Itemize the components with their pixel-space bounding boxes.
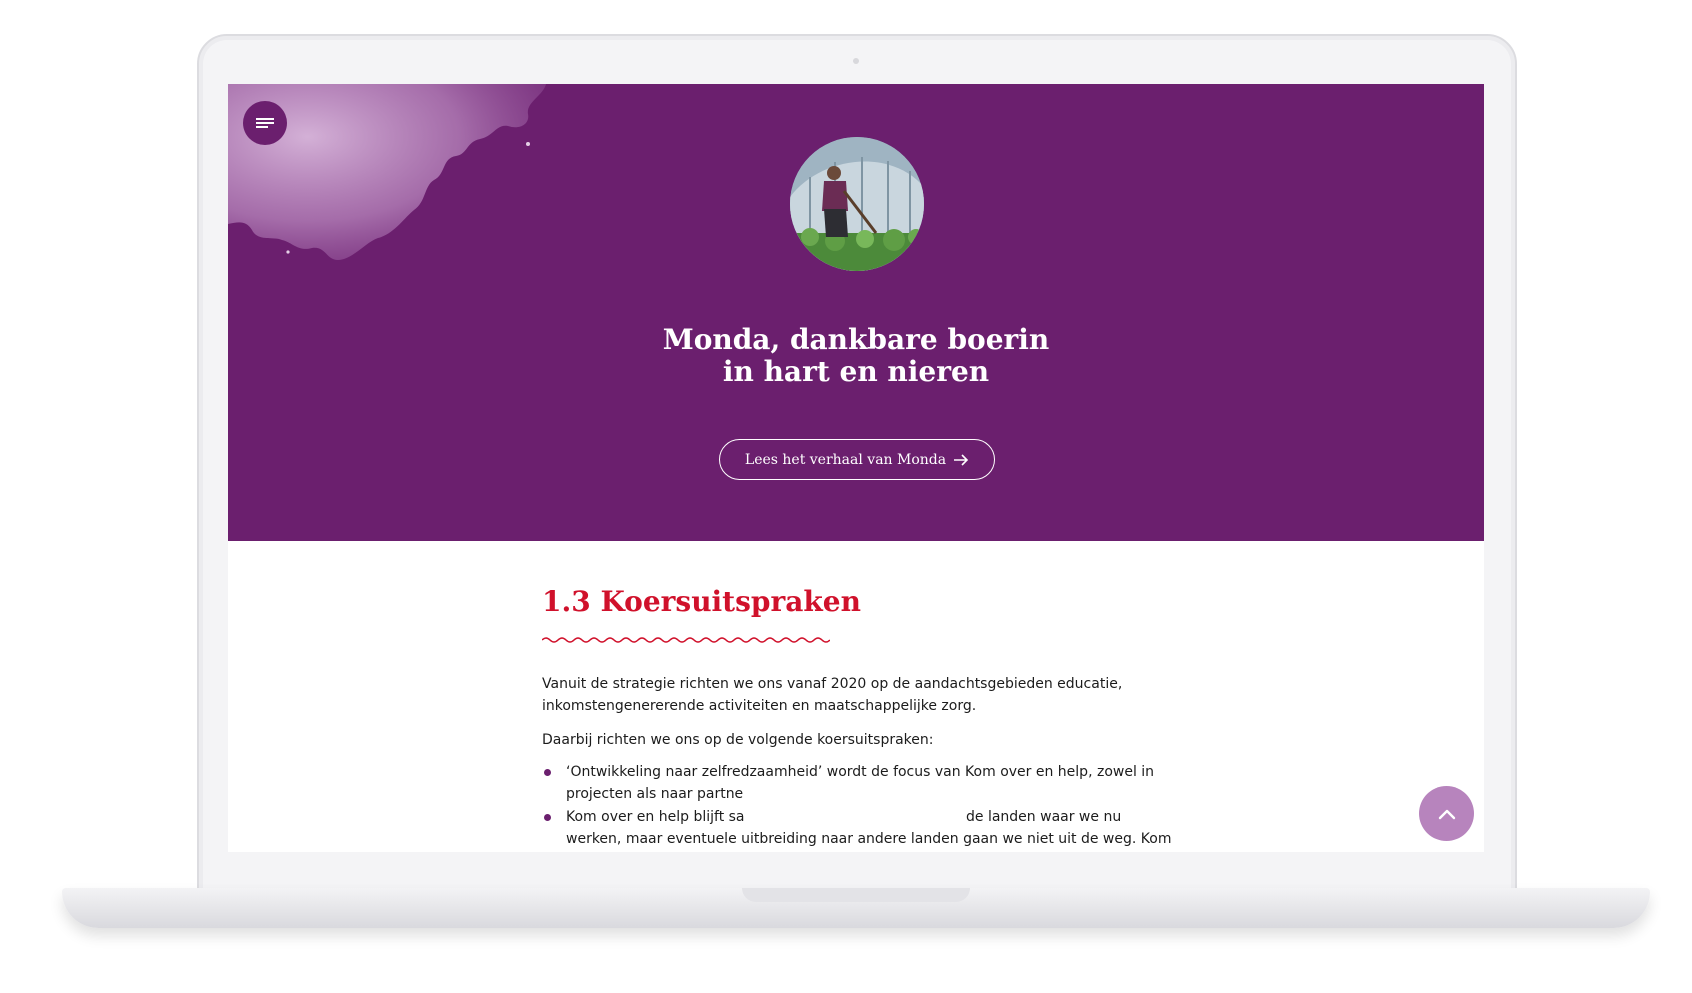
intro-line2: inkomstengenererende activiteiten en maa… xyxy=(542,698,977,714)
wavy-underline xyxy=(542,637,830,643)
hero-title-line2: in hart en nieren xyxy=(722,355,990,388)
intro-line1: Vanuit de strategie richten we ons vanaf… xyxy=(542,676,1123,692)
bullet-dot xyxy=(544,769,551,776)
bullet-1-line2: projecten als naar partne xyxy=(566,786,744,802)
arrow-right-icon xyxy=(954,453,969,466)
read-story-label: Lees het verhaal van Monda xyxy=(744,451,947,468)
read-story-button[interactable]: Lees het verhaal van Monda xyxy=(719,439,995,480)
bullet-1-line1: ‘Ontwikkeling naar zelfredzaamheid’ word… xyxy=(566,764,1155,780)
lead-paragraph: Daarbij richten we ons op de volgende ko… xyxy=(542,732,934,748)
bullet-2-line1: Kom over en help blijft sa xyxy=(566,809,745,825)
hero-title: Monda, dankbare boerin in hart en nieren xyxy=(506,324,1206,388)
intro-paragraph: Vanuit de strategie richten we ons vanaf… xyxy=(542,673,1182,717)
menu-button[interactable] xyxy=(243,101,287,145)
bullet-list: ‘Ontwikkeling naar zelfredzaamheid’ word… xyxy=(542,761,1182,851)
screen: Monda, dankbare boerin in hart en nieren… xyxy=(228,84,1484,852)
bullet-2-line2: werken, maar eventuele uitbreiding naar … xyxy=(566,831,1172,847)
hero-banner: Monda, dankbare boerin in hart en nieren… xyxy=(228,84,1484,541)
list-item: Kom over en help blijft sa de landen waa… xyxy=(542,806,1182,850)
section-heading: 1.3 Koersuitspraken xyxy=(542,585,861,618)
bullet-2-line1-right: de landen waar we nu xyxy=(966,809,1122,825)
farmer-portrait xyxy=(790,137,924,271)
list-item: ‘Ontwikkeling naar zelfredzaamheid’ word… xyxy=(542,761,1182,805)
scroll-to-top-button[interactable] xyxy=(1419,786,1474,841)
chevron-up-icon xyxy=(1438,809,1455,819)
camera-dot xyxy=(853,58,859,64)
bullet-dot xyxy=(544,814,551,821)
laptop-notch xyxy=(742,888,970,902)
hero-title-line1: Monda, dankbare boerin xyxy=(662,323,1050,356)
menu-lines-icon xyxy=(256,118,274,128)
